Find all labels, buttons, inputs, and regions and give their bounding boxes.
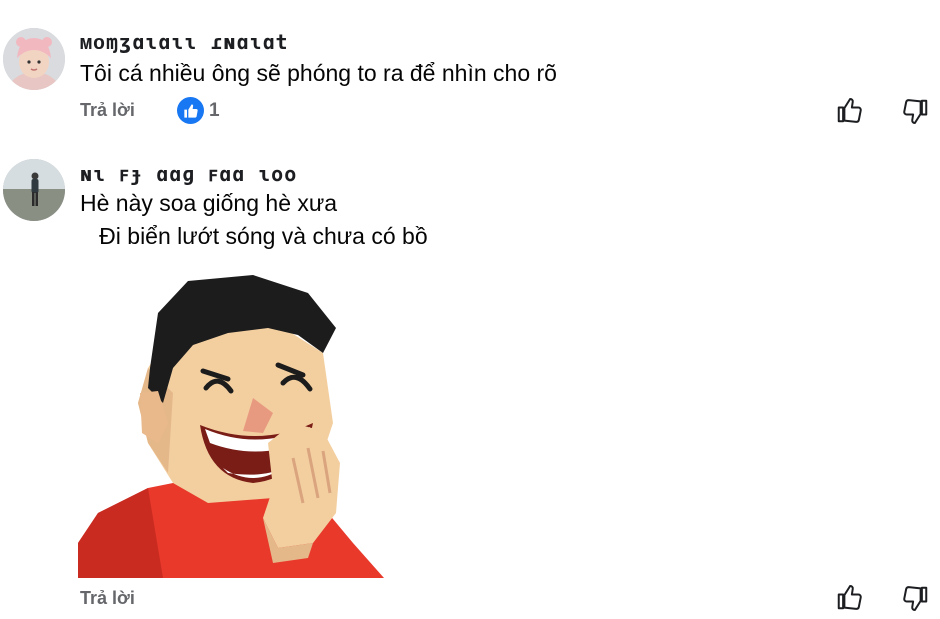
like-button[interactable] <box>835 95 865 125</box>
thumb-down-outline-icon <box>903 586 928 611</box>
laughing-man-icon <box>78 275 384 578</box>
comment-text-line: Đi biển lướt sóng và chưa có bồ <box>80 223 428 249</box>
comment-author[interactable]: ɴɩ ꜰɟ ɑɑɡ ꜰɑɑ ɩoo <box>80 162 297 186</box>
reply-button[interactable]: Trả lời <box>80 100 135 121</box>
man-outdoor-avatar-icon <box>3 159 65 221</box>
girl-pink-hat-avatar-icon <box>3 28 65 90</box>
comment-text-line: Hè này soa giống hè xưa <box>80 190 338 216</box>
avatar[interactable] <box>3 28 65 90</box>
thumb-down-outline-icon <box>903 99 928 124</box>
like-button[interactable] <box>835 582 865 612</box>
thumbs-up-icon <box>183 103 198 118</box>
dislike-button[interactable] <box>900 97 930 127</box>
thumb-up-outline-icon <box>837 98 862 123</box>
reply-button[interactable]: Trả lời <box>80 588 135 609</box>
dislike-button[interactable] <box>900 584 930 614</box>
comment-author[interactable]: ᴍᴏɱʒɑɩɑɩɩ ɾɴɑɩɑt <box>80 30 289 56</box>
like-count: 1 <box>209 100 220 121</box>
like-reaction-badge[interactable] <box>177 97 204 124</box>
comment-text: Tôi cá nhiều ông sẽ phóng to ra để nhìn … <box>80 60 557 86</box>
avatar[interactable] <box>3 159 65 221</box>
laughing-man-sticker[interactable] <box>78 273 384 578</box>
comment-1: ᴍᴏɱʒɑɩɑɩɩ ɾɴɑɩɑt Tôi cá nhiều ông sẽ phó… <box>0 0 940 140</box>
thumb-up-outline-icon <box>837 585 862 610</box>
